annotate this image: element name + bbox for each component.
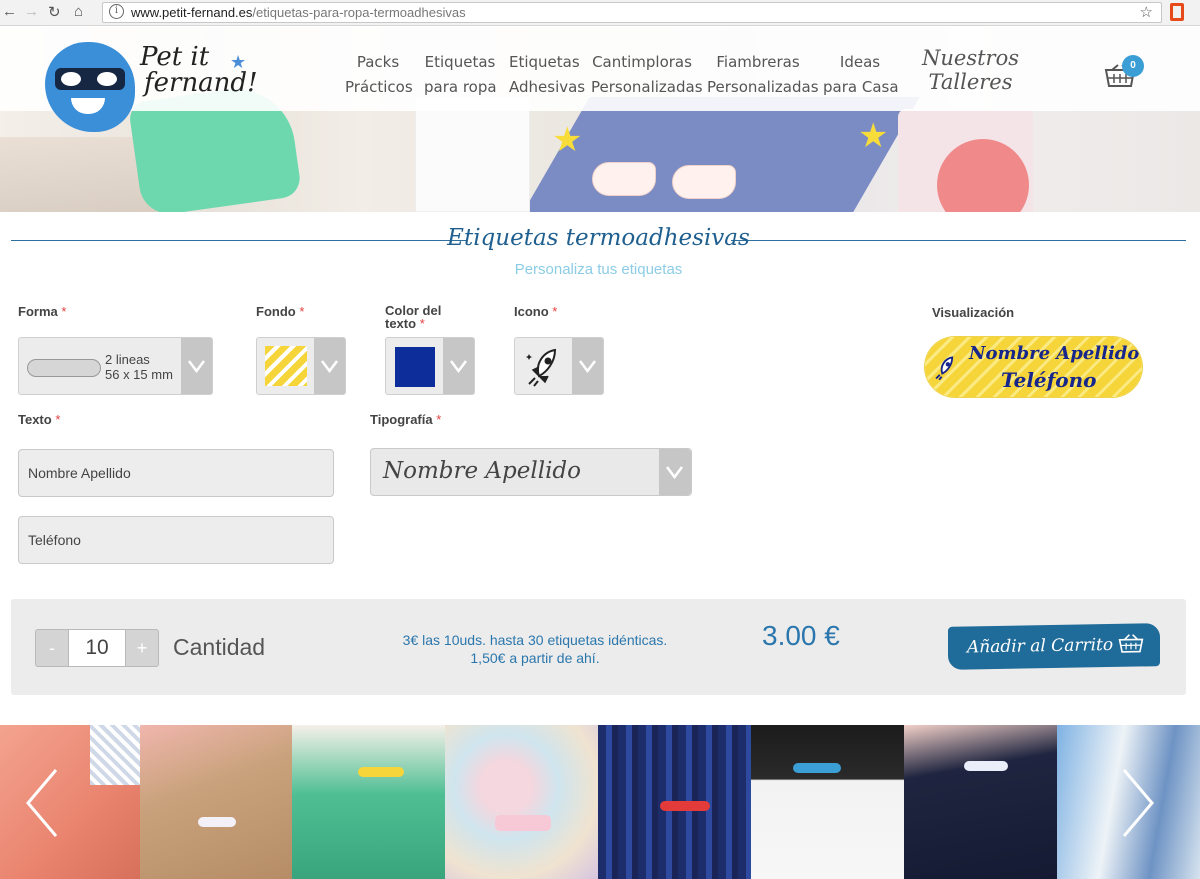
line2-input[interactable]: Teléfono	[18, 516, 334, 564]
nav-fiambreras[interactable]: Fiambreras Personalizadas	[707, 50, 819, 100]
gallery-photo[interactable]	[445, 725, 598, 879]
quantity-input[interactable]: 10	[68, 629, 126, 667]
back-icon[interactable]: ←	[2, 3, 17, 20]
rocket-icon	[935, 356, 954, 381]
nav-packs-practicos[interactable]: Packs Prácticos	[345, 50, 413, 100]
nav-ideas-casa[interactable]: Ideas para Casa	[823, 50, 899, 100]
color-texto-select[interactable]	[385, 337, 475, 395]
office-extension-icon[interactable]	[1170, 3, 1184, 21]
line1-input[interactable]: Nombre Apellido	[18, 449, 334, 497]
reload-icon[interactable]: ↻	[48, 3, 61, 21]
price: 3.00 €	[762, 620, 840, 651]
page-subtitle: Personaliza tus etiquetas	[514, 261, 683, 278]
nav-cantimploras[interactable]: Cantimploras Personalizadas	[591, 50, 703, 100]
preview-line1: Nombre Apellido	[969, 343, 1140, 364]
fondo-label: Fondo *	[256, 304, 305, 319]
url-text: www.petit-fernand.es/etiquetas-para-ropa…	[131, 5, 466, 20]
bookmark-star-icon[interactable]: ☆	[1140, 3, 1153, 21]
gallery-photo[interactable]	[140, 725, 293, 879]
icono-label: Icono *	[514, 304, 558, 319]
forward-icon[interactable]: →	[24, 3, 39, 20]
tipografia-label: Tipografía *	[370, 412, 442, 427]
forma-value: 2 lineas 56 x 15 mm	[105, 352, 173, 382]
chevron-pattern-swatch	[265, 346, 307, 386]
page-title: Etiquetas termoadhesivas	[447, 225, 750, 251]
nav-etiquetas-ropa[interactable]: Etiquetas para ropa	[424, 50, 497, 100]
gallery-photo[interactable]	[598, 725, 751, 879]
price-note: 3€ las 10uds. hasta 30 etiquetas idéntic…	[402, 632, 668, 666]
icono-select[interactable]	[514, 337, 604, 395]
chevron-down-icon	[572, 338, 603, 394]
fondo-select[interactable]	[256, 337, 346, 395]
gallery-next-arrow-icon[interactable]	[1118, 768, 1158, 838]
tipografia-value: Nombre Apellido	[383, 458, 582, 484]
chevron-down-icon	[314, 338, 345, 394]
info-icon[interactable]: i	[109, 4, 124, 19]
add-to-cart-label: Añadir al Carrito	[967, 634, 1114, 658]
chevron-down-icon	[181, 338, 212, 394]
basket-icon	[1118, 634, 1144, 653]
preview-line2: Teléfono	[1001, 368, 1097, 392]
photo-gallery	[0, 725, 1200, 879]
visualizacion-label: Visualización	[932, 305, 1015, 320]
nav-etiquetas-adhesivas[interactable]: Etiquetas Adhesivas	[509, 50, 585, 100]
gallery-photo[interactable]	[904, 725, 1057, 879]
logo-star-icon: ★	[230, 52, 247, 72]
shape-preview	[27, 359, 101, 377]
forma-label: Forma *	[18, 304, 67, 319]
gallery-prev-arrow-icon[interactable]	[22, 768, 62, 838]
color-texto-label: Color del texto *	[385, 303, 442, 331]
chevron-down-icon	[443, 338, 474, 394]
gallery-photo[interactable]	[751, 725, 904, 879]
text-color-swatch	[395, 347, 435, 387]
home-icon[interactable]: ⌂	[74, 3, 83, 20]
address-bar[interactable]: i www.petit-fernand.es/etiquetas-para-ro…	[102, 2, 1162, 23]
rocket-icon	[526, 348, 557, 387]
add-to-cart-button[interactable]: Añadir al Carrito	[948, 623, 1160, 670]
quantity-increase-button[interactable]: +	[125, 629, 159, 667]
quantity-label: Cantidad	[173, 634, 266, 660]
texto-label: Texto *	[18, 412, 61, 427]
cart-count-badge: 0	[1122, 55, 1144, 77]
chevron-down-icon	[659, 449, 691, 495]
label-preview: Nombre Apellido Teléfono	[925, 337, 1142, 397]
forma-select[interactable]: 2 lineas 56 x 15 mm	[18, 337, 213, 395]
tipografia-select[interactable]: Nombre Apellido	[370, 448, 692, 496]
quantity-decrease-button[interactable]: -	[35, 629, 69, 667]
nav-nuestros-talleres[interactable]: Nuestros Talleres	[922, 46, 1019, 94]
browser-toolbar: ← → ↻ ⌂ i www.petit-fernand.es/etiquetas…	[0, 0, 1200, 26]
gallery-photo[interactable]	[292, 725, 445, 879]
